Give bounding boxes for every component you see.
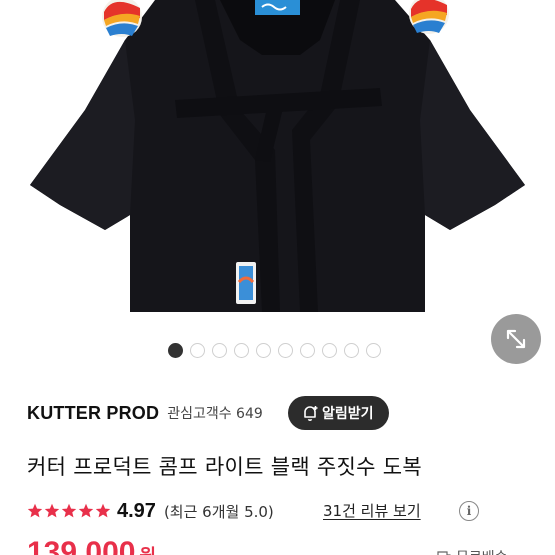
star-icon <box>44 503 60 518</box>
star-rating <box>27 503 111 519</box>
gallery-dot[interactable] <box>366 343 381 358</box>
bell-plus-icon <box>304 406 318 421</box>
gallery-dot[interactable] <box>234 343 249 358</box>
star-icon <box>61 503 77 518</box>
price-unit: 원 <box>139 546 156 555</box>
gallery-dot[interactable] <box>322 343 337 358</box>
recent-rating: (최근 6개월 5.0) <box>163 502 274 521</box>
price-value: 139,000 <box>27 536 136 555</box>
shipping-label: 무료배송 <box>456 547 508 555</box>
expand-arrows-icon <box>506 329 526 349</box>
rating-score: 4.97 <box>117 499 156 522</box>
info-icon[interactable]: i <box>459 501 479 521</box>
gallery-dot[interactable] <box>344 343 359 358</box>
price: 139,000원 <box>27 538 156 555</box>
product-title: 커터 프로덕트 콤프 라이트 블랙 주짓수 도복 <box>27 455 423 479</box>
gallery-dot[interactable] <box>256 343 271 358</box>
star-icon <box>95 503 111 518</box>
brand-name[interactable]: KUTTER PROD <box>27 403 159 424</box>
gallery-dot[interactable] <box>168 343 183 358</box>
gallery-pagination <box>168 343 381 358</box>
star-icon <box>78 503 94 518</box>
expand-image-button[interactable] <box>491 314 541 364</box>
gi-illustration <box>30 0 525 312</box>
brand-row: KUTTER PROD 관심고객수 649 알림받기 <box>27 396 535 430</box>
truck-icon <box>437 551 451 555</box>
free-shipping-badge: 무료배송 <box>437 547 508 555</box>
gallery-dot[interactable] <box>190 343 205 358</box>
rating-row: 4.97 (최근 6개월 5.0) 31건 리뷰 보기 i <box>27 498 479 524</box>
gallery-dot[interactable] <box>212 343 227 358</box>
alarm-button[interactable]: 알림받기 <box>288 396 389 430</box>
gallery-dot[interactable] <box>278 343 293 358</box>
product-image[interactable] <box>0 0 555 335</box>
alarm-button-label: 알림받기 <box>322 406 374 422</box>
watcher-count: 관심고객수 649 <box>167 406 263 422</box>
star-icon <box>27 503 43 518</box>
gallery-dot[interactable] <box>300 343 315 358</box>
reviews-link[interactable]: 31건 리뷰 보기 <box>323 500 421 521</box>
